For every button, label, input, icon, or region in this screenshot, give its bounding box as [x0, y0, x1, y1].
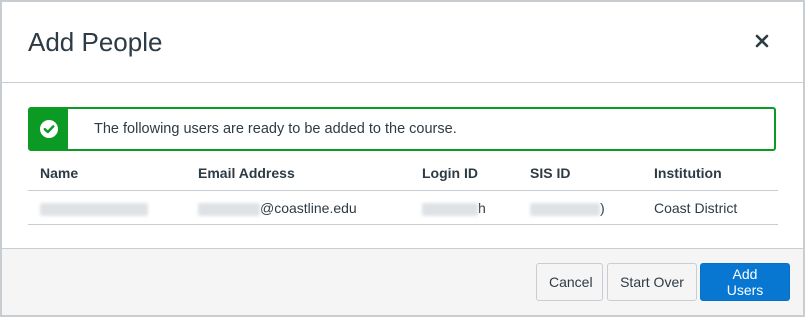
success-alert: The following users are ready to be adde… [28, 107, 776, 151]
sis-id-suffix: ) [600, 200, 605, 216]
column-header-login-id: Login ID [422, 165, 478, 181]
login-id-suffix: h [478, 200, 486, 216]
table-row: @coastline.edu h ) Coast District [28, 191, 778, 225]
start-over-button[interactable]: Start Over [607, 263, 697, 301]
dialog-footer: Cancel Start Over Add Users [2, 248, 803, 315]
dialog-body: The following users are ready to be adde… [2, 83, 803, 247]
column-header-name: Name [40, 165, 79, 181]
dialog-header: Add People [2, 2, 803, 83]
add-people-dialog: Add People The following users are ready… [0, 0, 805, 317]
column-header-sis-id: SIS ID [530, 165, 571, 181]
users-table: Name Email Address Login ID SIS ID Insti… [28, 156, 778, 225]
column-header-email: Email Address [198, 165, 295, 181]
user-name-redacted [40, 200, 148, 216]
user-email: @coastline.edu [198, 200, 357, 216]
dialog-title: Add People [28, 27, 163, 57]
alert-message: The following users are ready to be adde… [94, 121, 457, 137]
table-header: Name Email Address Login ID SIS ID Insti… [28, 156, 778, 191]
user-institution: Coast District [654, 200, 738, 216]
cancel-button[interactable]: Cancel [536, 263, 603, 301]
column-header-institution: Institution [654, 165, 722, 181]
check-circle-icon [40, 120, 58, 138]
close-icon[interactable] [751, 30, 773, 52]
alert-icon-box [30, 109, 68, 149]
email-domain: @coastline.edu [260, 200, 357, 216]
user-login-id: h [422, 200, 486, 216]
add-users-button[interactable]: Add Users [700, 263, 790, 301]
user-sis-id: ) [530, 200, 605, 216]
